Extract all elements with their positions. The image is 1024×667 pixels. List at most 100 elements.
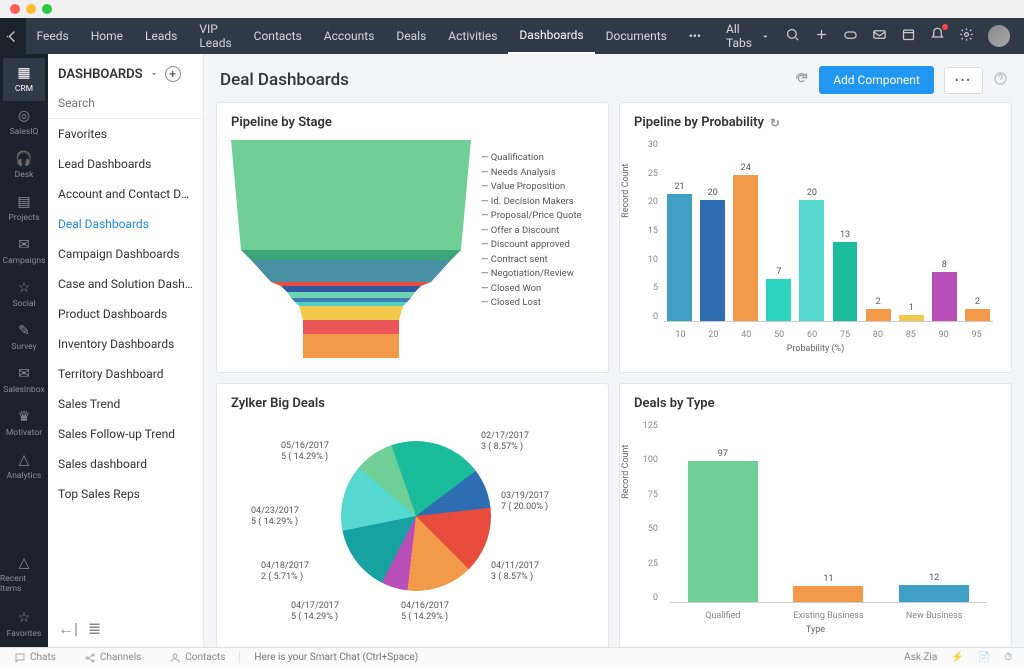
rail-salesinbox[interactable]: ✉SalesInbox bbox=[3, 359, 46, 402]
sidebar-item[interactable]: Favorites bbox=[48, 119, 203, 149]
rail-favorites[interactable]: ☆Favorites bbox=[0, 602, 48, 647]
pie-label: 04/11/20173 ( 8.57% ) bbox=[491, 561, 539, 583]
more-button[interactable]: ••• bbox=[944, 67, 983, 94]
sidebar-search-input[interactable] bbox=[48, 88, 203, 119]
rail-social[interactable]: ☆Social bbox=[3, 273, 46, 316]
pie-label: 05/16/20175 ( 14.29% ) bbox=[281, 441, 329, 463]
bar[interactable]: 7 bbox=[763, 267, 794, 321]
bar[interactable]: 13 bbox=[829, 230, 860, 321]
chevron-down-icon[interactable] bbox=[149, 69, 159, 79]
bar[interactable]: 20 bbox=[796, 188, 827, 321]
nav-deals[interactable]: Deals bbox=[385, 18, 437, 54]
nav-activities[interactable]: Activities bbox=[437, 18, 508, 54]
bottom-channels[interactable]: Channels bbox=[70, 652, 155, 664]
funnel-legend-item: — Offer a Discount bbox=[481, 225, 582, 236]
funnel-segment[interactable] bbox=[271, 282, 431, 286]
bottom-icon-1[interactable]: ⚡ bbox=[951, 652, 963, 663]
nav-accounts[interactable]: Accounts bbox=[313, 18, 386, 54]
funnel-segment[interactable] bbox=[303, 334, 399, 358]
nav-home[interactable]: Home bbox=[80, 18, 134, 54]
minimize-window-icon[interactable] bbox=[26, 4, 36, 14]
sidebar-item[interactable]: Top Sales Reps bbox=[48, 479, 203, 509]
gear-icon[interactable] bbox=[959, 27, 974, 45]
pie-label: 02/17/20173 ( 8.57% ) bbox=[481, 431, 529, 453]
bar[interactable]: 97 bbox=[678, 449, 768, 602]
sidebar-item[interactable]: Territory Dashboard bbox=[48, 359, 203, 389]
rail-projects[interactable]: ▤Projects bbox=[3, 187, 46, 230]
collapse-sidebar-icon[interactable]: ←| bbox=[58, 619, 78, 639]
sidebar-item[interactable]: Product Dashboards bbox=[48, 299, 203, 329]
bar[interactable]: 1 bbox=[896, 303, 927, 321]
rail-motivator[interactable]: ♛Motivator bbox=[3, 402, 46, 445]
bottom-chats[interactable]: Chats bbox=[0, 652, 70, 664]
nav-documents[interactable]: Documents bbox=[595, 18, 678, 54]
bottom-contacts[interactable]: Contacts bbox=[155, 652, 239, 664]
bottom-icon-2[interactable]: 📄 bbox=[978, 652, 990, 663]
plus-icon[interactable] bbox=[814, 27, 829, 45]
funnel-segment[interactable] bbox=[281, 286, 421, 292]
add-dashboard-button[interactable]: + bbox=[165, 66, 181, 82]
user-avatar[interactable] bbox=[988, 25, 1010, 47]
all-tabs-dropdown[interactable]: All Tabs bbox=[712, 22, 785, 50]
sidebar-item[interactable]: Sales dashboard bbox=[48, 449, 203, 479]
bar[interactable]: 2 bbox=[863, 297, 894, 321]
nav-contacts[interactable]: Contacts bbox=[243, 18, 313, 54]
rail-crm[interactable]: ▦CRM bbox=[3, 58, 46, 101]
bar[interactable]: 20 bbox=[697, 188, 728, 321]
bar[interactable]: 24 bbox=[730, 163, 761, 321]
rail-desk[interactable]: 🎧Desk bbox=[3, 144, 46, 187]
funnel-segment[interactable] bbox=[291, 298, 411, 302]
funnel-segment[interactable] bbox=[303, 320, 399, 334]
sidebar-item[interactable]: Sales Follow-up Trend bbox=[48, 419, 203, 449]
sidebar-item[interactable]: Campaign Dashboards bbox=[48, 239, 203, 269]
funnel-segment[interactable] bbox=[231, 140, 471, 250]
close-window-icon[interactable] bbox=[10, 4, 20, 14]
smart-chat-input[interactable] bbox=[254, 652, 474, 663]
back-button[interactable] bbox=[0, 18, 26, 54]
panel-pipeline-by-probability: Pipeline by Probability ↻ Record Count 3… bbox=[619, 102, 1012, 373]
sidebar-item[interactable]: Sales Trend bbox=[48, 389, 203, 419]
funnel-legend-item: — Id. Decision Makers bbox=[481, 196, 582, 207]
funnel-segment[interactable] bbox=[299, 306, 403, 320]
nav-dashboards[interactable]: Dashboards bbox=[508, 18, 594, 54]
bottom-icon-3[interactable]: ⏱ bbox=[1004, 652, 1012, 663]
sidebar-item[interactable]: Case and Solution Dash... bbox=[48, 269, 203, 299]
sidebar-item[interactable]: Account and Contact Da... bbox=[48, 179, 203, 209]
bar[interactable]: 2 bbox=[962, 297, 993, 321]
bar[interactable]: 11 bbox=[783, 574, 873, 602]
funnel-segment[interactable] bbox=[241, 250, 461, 260]
rail-analytics[interactable]: △Analytics bbox=[3, 445, 46, 488]
panel-pipeline-by-stage: Pipeline by Stage — Qualification— Needs… bbox=[216, 102, 609, 373]
search-icon[interactable] bbox=[785, 27, 800, 45]
funnel-segment[interactable] bbox=[287, 292, 415, 298]
bar[interactable]: 21 bbox=[664, 182, 695, 321]
ask-zia-button[interactable]: Ask Zia bbox=[904, 652, 937, 663]
maximize-window-icon[interactable] bbox=[42, 4, 52, 14]
sidebar-item[interactable]: Inventory Dashboards bbox=[48, 329, 203, 359]
funnel-legend-item: — Closed Won bbox=[481, 283, 582, 294]
rail-survey[interactable]: ✎Survey bbox=[3, 316, 46, 359]
more-menu[interactable]: ••• bbox=[678, 18, 712, 54]
nav-feeds[interactable]: Feeds bbox=[26, 18, 80, 54]
sidebar-item[interactable]: Deal Dashboards bbox=[48, 209, 203, 239]
calendar-icon[interactable] bbox=[901, 27, 916, 45]
bell-icon[interactable] bbox=[930, 27, 945, 45]
help-icon[interactable] bbox=[993, 71, 1008, 90]
list-view-icon[interactable]: ≣ bbox=[88, 619, 101, 639]
rail-campaigns[interactable]: ✉Campaigns bbox=[3, 230, 46, 273]
refresh-panel-icon[interactable]: ↻ bbox=[770, 116, 780, 130]
nav-vip-leads[interactable]: VIP Leads bbox=[188, 18, 242, 54]
pie-label: 04/17/20175 ( 14.29% ) bbox=[291, 601, 339, 623]
nav-leads[interactable]: Leads bbox=[134, 18, 188, 54]
sidebar-item[interactable]: Lead Dashboards bbox=[48, 149, 203, 179]
funnel-segment[interactable] bbox=[251, 260, 451, 282]
mail-icon[interactable] bbox=[872, 27, 887, 45]
bar[interactable]: 8 bbox=[929, 260, 960, 321]
gamepad-icon[interactable] bbox=[843, 27, 858, 45]
add-component-button[interactable]: Add Component bbox=[819, 66, 934, 94]
refresh-icon[interactable] bbox=[794, 71, 809, 90]
bar[interactable]: 12 bbox=[889, 573, 979, 602]
funnel-segment[interactable] bbox=[295, 302, 407, 306]
rail-recent-items[interactable]: △Recent Items bbox=[0, 547, 48, 602]
rail-salesiq[interactable]: ◎SalesIQ bbox=[3, 101, 46, 144]
